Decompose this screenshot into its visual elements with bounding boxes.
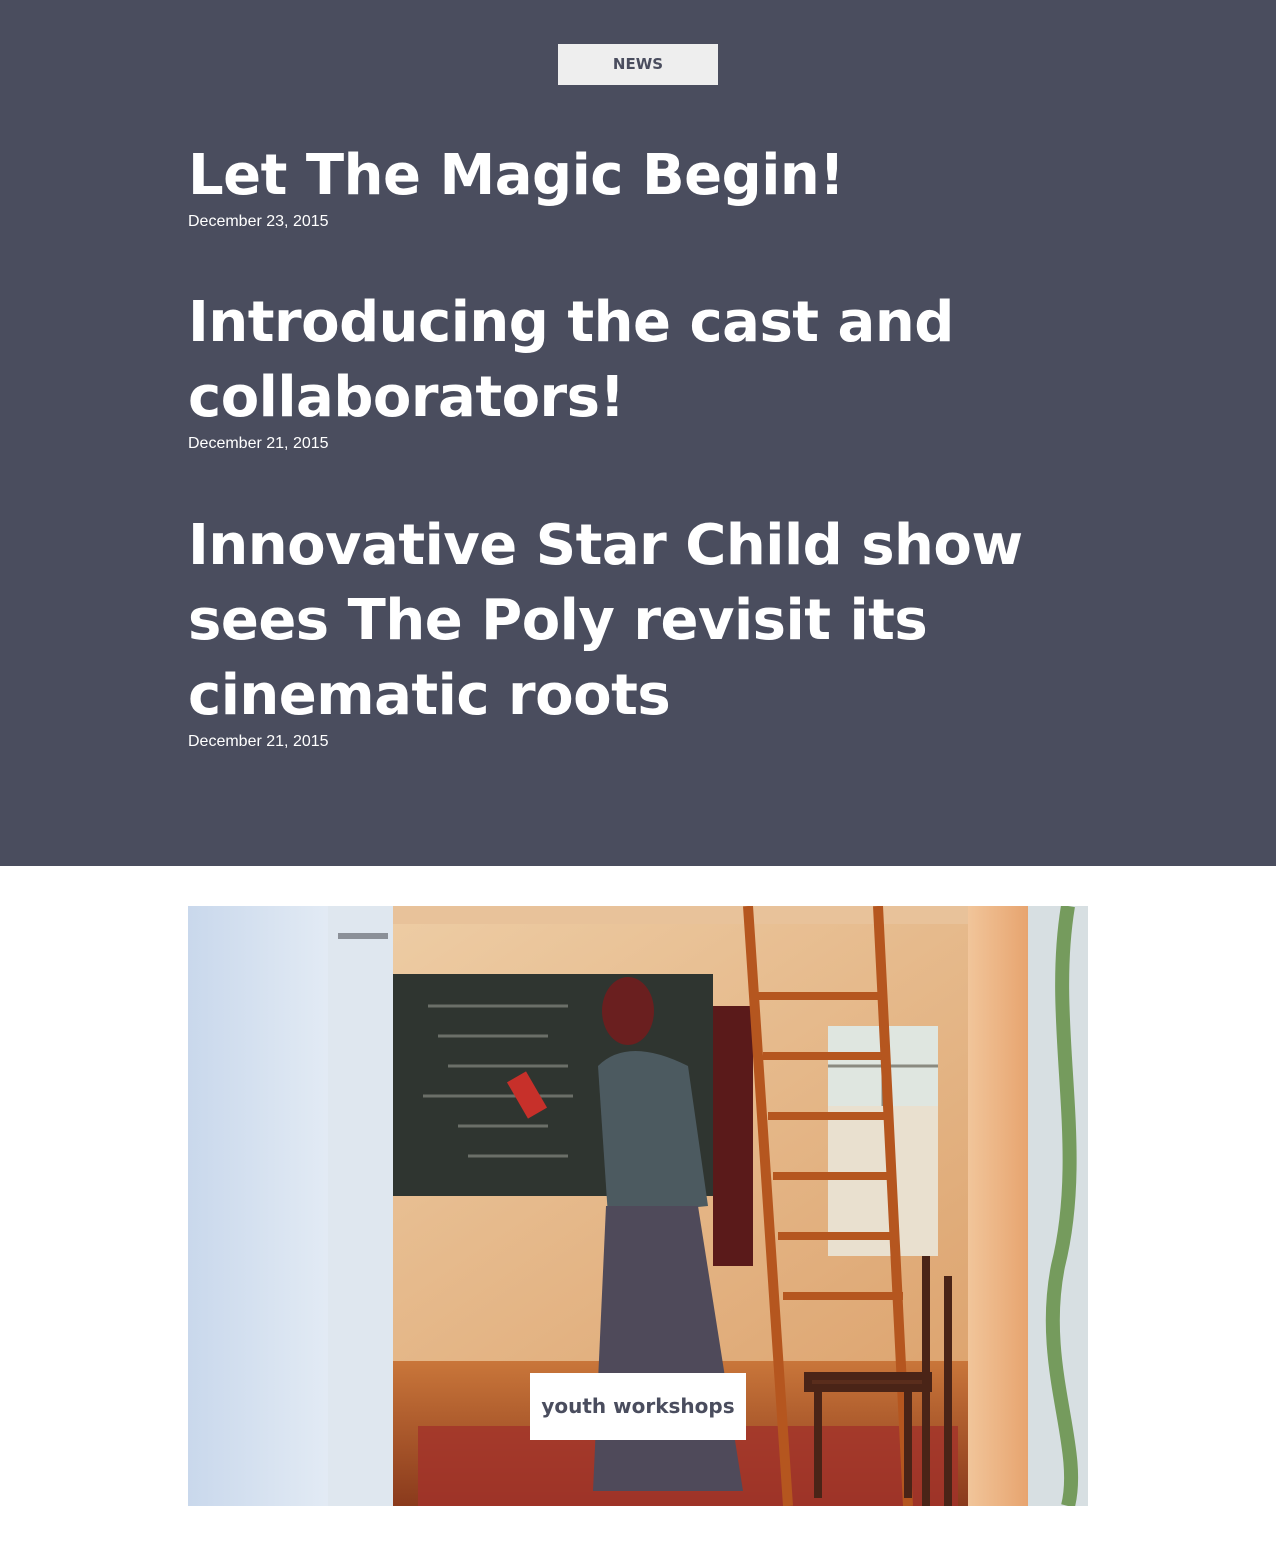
post-date: December 23, 2015	[188, 213, 329, 230]
post-title-link[interactable]: Introducing the cast and collaborators!	[188, 285, 1108, 435]
news-category-label[interactable]: NEWS	[558, 44, 718, 85]
news-post: Let The Magic Begin! December 23, 2015	[188, 138, 1108, 232]
post-date: December 21, 2015	[188, 733, 329, 750]
post-date: December 21, 2015	[188, 435, 329, 452]
news-post: Introducing the cast and collaborators! …	[188, 285, 1108, 454]
feature-image-card[interactable]: youth workshops	[188, 906, 1088, 1506]
feature-category-tag[interactable]: youth workshops	[530, 1373, 746, 1440]
post-title-link[interactable]: Innovative Star Child show sees The Poly…	[188, 508, 1108, 733]
news-post: Innovative Star Child show sees The Poly…	[188, 508, 1108, 752]
news-section: NEWS Let The Magic Begin! December 23, 2…	[0, 0, 1276, 866]
post-title-link[interactable]: Let The Magic Begin!	[188, 138, 1108, 213]
